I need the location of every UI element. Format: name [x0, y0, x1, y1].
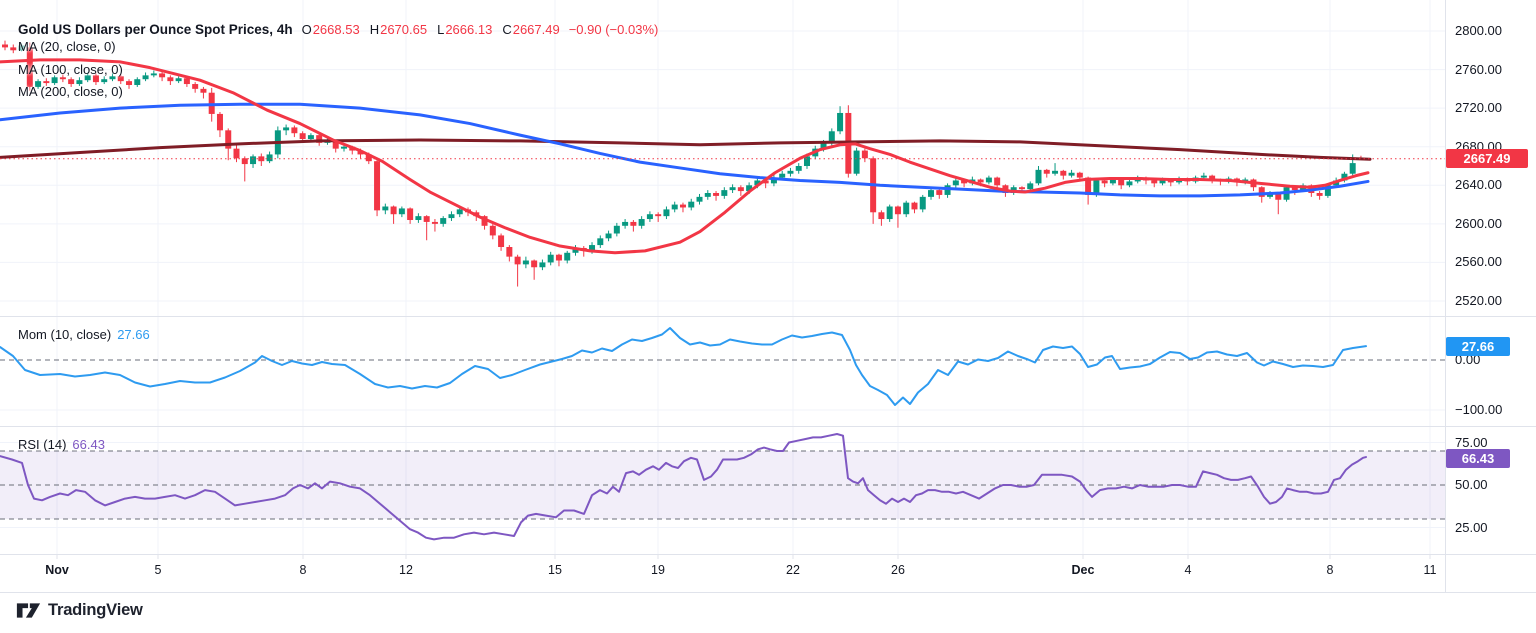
time-axis-label: 8 [279, 563, 327, 577]
tradingview-logo[interactable]: TradingView [16, 601, 143, 620]
rsi-legend-label: RSI (14) [18, 437, 66, 452]
ohlc-value: 2670.65 [380, 22, 427, 37]
ohlc-value: 2667.49 [513, 22, 560, 37]
momentum-legend: Mom (10, close) 27.66 [18, 327, 150, 342]
momentum-value-badge: 27.66 [1446, 337, 1510, 356]
tradingview-logo-text: TradingView [48, 601, 143, 620]
ohlc-values: O2668.53 H2670.65 L2666.13 C2667.49 [302, 22, 560, 37]
rsi-legend-value: 66.43 [72, 437, 105, 452]
symbol-title: Gold US Dollars per Ounce Spot Prices, 4… [18, 22, 293, 37]
ohlc-key: L [437, 22, 444, 37]
price-axis-label: 2800.00 [1455, 23, 1502, 38]
time-axis-label: 11 [1406, 563, 1454, 577]
rsi-axis-label: 25.00 [1455, 520, 1488, 535]
ohlc-pair-l: L2666.13 [437, 22, 492, 37]
price-axis-label: 2760.00 [1455, 62, 1502, 77]
ohlc-pair-c: C2667.49 [502, 22, 559, 37]
rsi-axis-label: 50.00 [1455, 477, 1488, 492]
rsi-legend: RSI (14) 66.43 [18, 437, 105, 452]
time-axis-label: 5 [134, 563, 182, 577]
price-axis-label: 2560.00 [1455, 254, 1502, 269]
price-change: −0.90 (−0.03%) [569, 22, 659, 37]
time-axis-label: 4 [1164, 563, 1212, 577]
time-axis-label: 19 [634, 563, 682, 577]
ohlc-pair-h: H2670.65 [370, 22, 427, 37]
time-axis-label: 8 [1306, 563, 1354, 577]
ma100-legend-label: MA (100, close, 0) [18, 62, 123, 77]
last-price-badge: 2667.49 [1446, 149, 1528, 168]
time-axis-label: 12 [382, 563, 430, 577]
momentum-axis-label: −100.00 [1455, 402, 1502, 417]
ma20-legend-label: MA (20, close, 0) [18, 39, 116, 54]
ohlc-key: C [502, 22, 511, 37]
price-axis-label: 2520.00 [1455, 293, 1502, 308]
ohlc-pair-o: O2668.53 [302, 22, 360, 37]
symbol-header: Gold US Dollars per Ounce Spot Prices, 4… [18, 22, 658, 37]
momentum-legend-label: Mom (10, close) [18, 327, 111, 342]
time-axis-label: 26 [874, 563, 922, 577]
price-axis-label: 2640.00 [1455, 177, 1502, 192]
rsi-axis-label: 75.00 [1455, 435, 1488, 450]
chart-canvas[interactable] [0, 0, 1536, 633]
price-axis-label: 2600.00 [1455, 216, 1502, 231]
time-axis-label: Nov [33, 563, 81, 577]
time-axis-label: 15 [531, 563, 579, 577]
ohlc-value: 2666.13 [445, 22, 492, 37]
ma200-legend-label: MA (200, close, 0) [18, 84, 123, 99]
ohlc-key: H [370, 22, 379, 37]
tradingview-logo-icon [16, 601, 41, 620]
time-axis-label: Dec [1059, 563, 1107, 577]
ohlc-key: O [302, 22, 312, 37]
time-axis-label: 22 [769, 563, 817, 577]
momentum-legend-value: 27.66 [117, 327, 150, 342]
ohlc-value: 2668.53 [313, 22, 360, 37]
price-axis-label: 2720.00 [1455, 100, 1502, 115]
rsi-value-badge: 66.43 [1446, 449, 1510, 468]
